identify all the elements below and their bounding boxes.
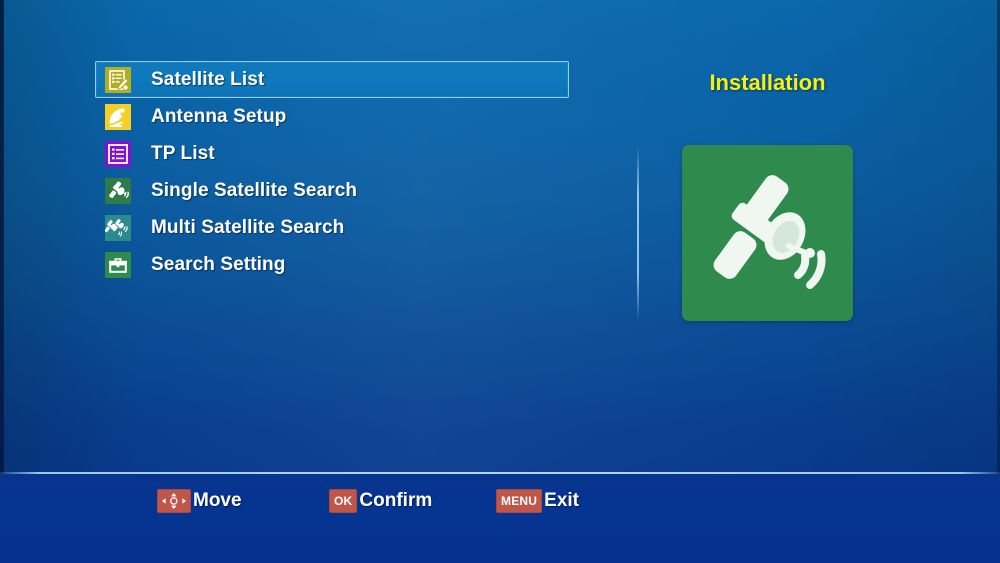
menu-item-search-setting[interactable]: Search Setting [95,246,569,283]
menu-item-label: TP List [151,142,215,164]
stb-installation-screen: Satellite List Antenna Setup TP List Sin… [0,0,1000,563]
hint-label: Move [193,490,242,511]
hint-confirm: OK Confirm [329,487,432,515]
satellite-list-icon [105,66,131,93]
menu-item-tp-list[interactable]: TP List [95,135,569,172]
toolbox-icon [105,251,131,278]
panel-divider [637,145,639,321]
multi-satellite-search-icon [105,214,131,241]
menu-item-label: Search Setting [151,253,286,275]
hint-move: Move [157,487,242,515]
satellite-dish-signal-icon [682,145,853,321]
installation-menu-list: Satellite List Antenna Setup TP List Sin… [95,61,569,283]
menu-item-label: Multi Satellite Search [151,216,345,238]
dpad-icon [157,489,191,513]
menu-key-badge: MENU [496,489,543,513]
menu-item-satellite-list[interactable]: Satellite List [95,61,569,98]
menu-item-label: Antenna Setup [151,105,287,127]
ok-key-badge: OK [329,489,358,513]
menu-item-label: Single Satellite Search [151,179,358,201]
menu-item-single-satellite-search[interactable]: Single Satellite Search [95,172,569,209]
hint-exit: MENU Exit [496,487,579,515]
page-title: Installation [709,70,826,95]
tp-list-icon [105,140,131,167]
hint-label: Exit [544,490,579,511]
menu-item-antenna-setup[interactable]: Antenna Setup [95,98,569,135]
hint-label: Confirm [359,490,433,511]
menu-item-multi-satellite-search[interactable]: Multi Satellite Search [95,209,569,246]
category-bar [0,386,1000,472]
menu-item-label: Satellite List [151,68,265,90]
footer-hint-bar: Move OK Confirm MENU Exit [0,474,1000,563]
antenna-dish-icon [105,103,131,130]
single-satellite-search-icon [105,177,131,204]
